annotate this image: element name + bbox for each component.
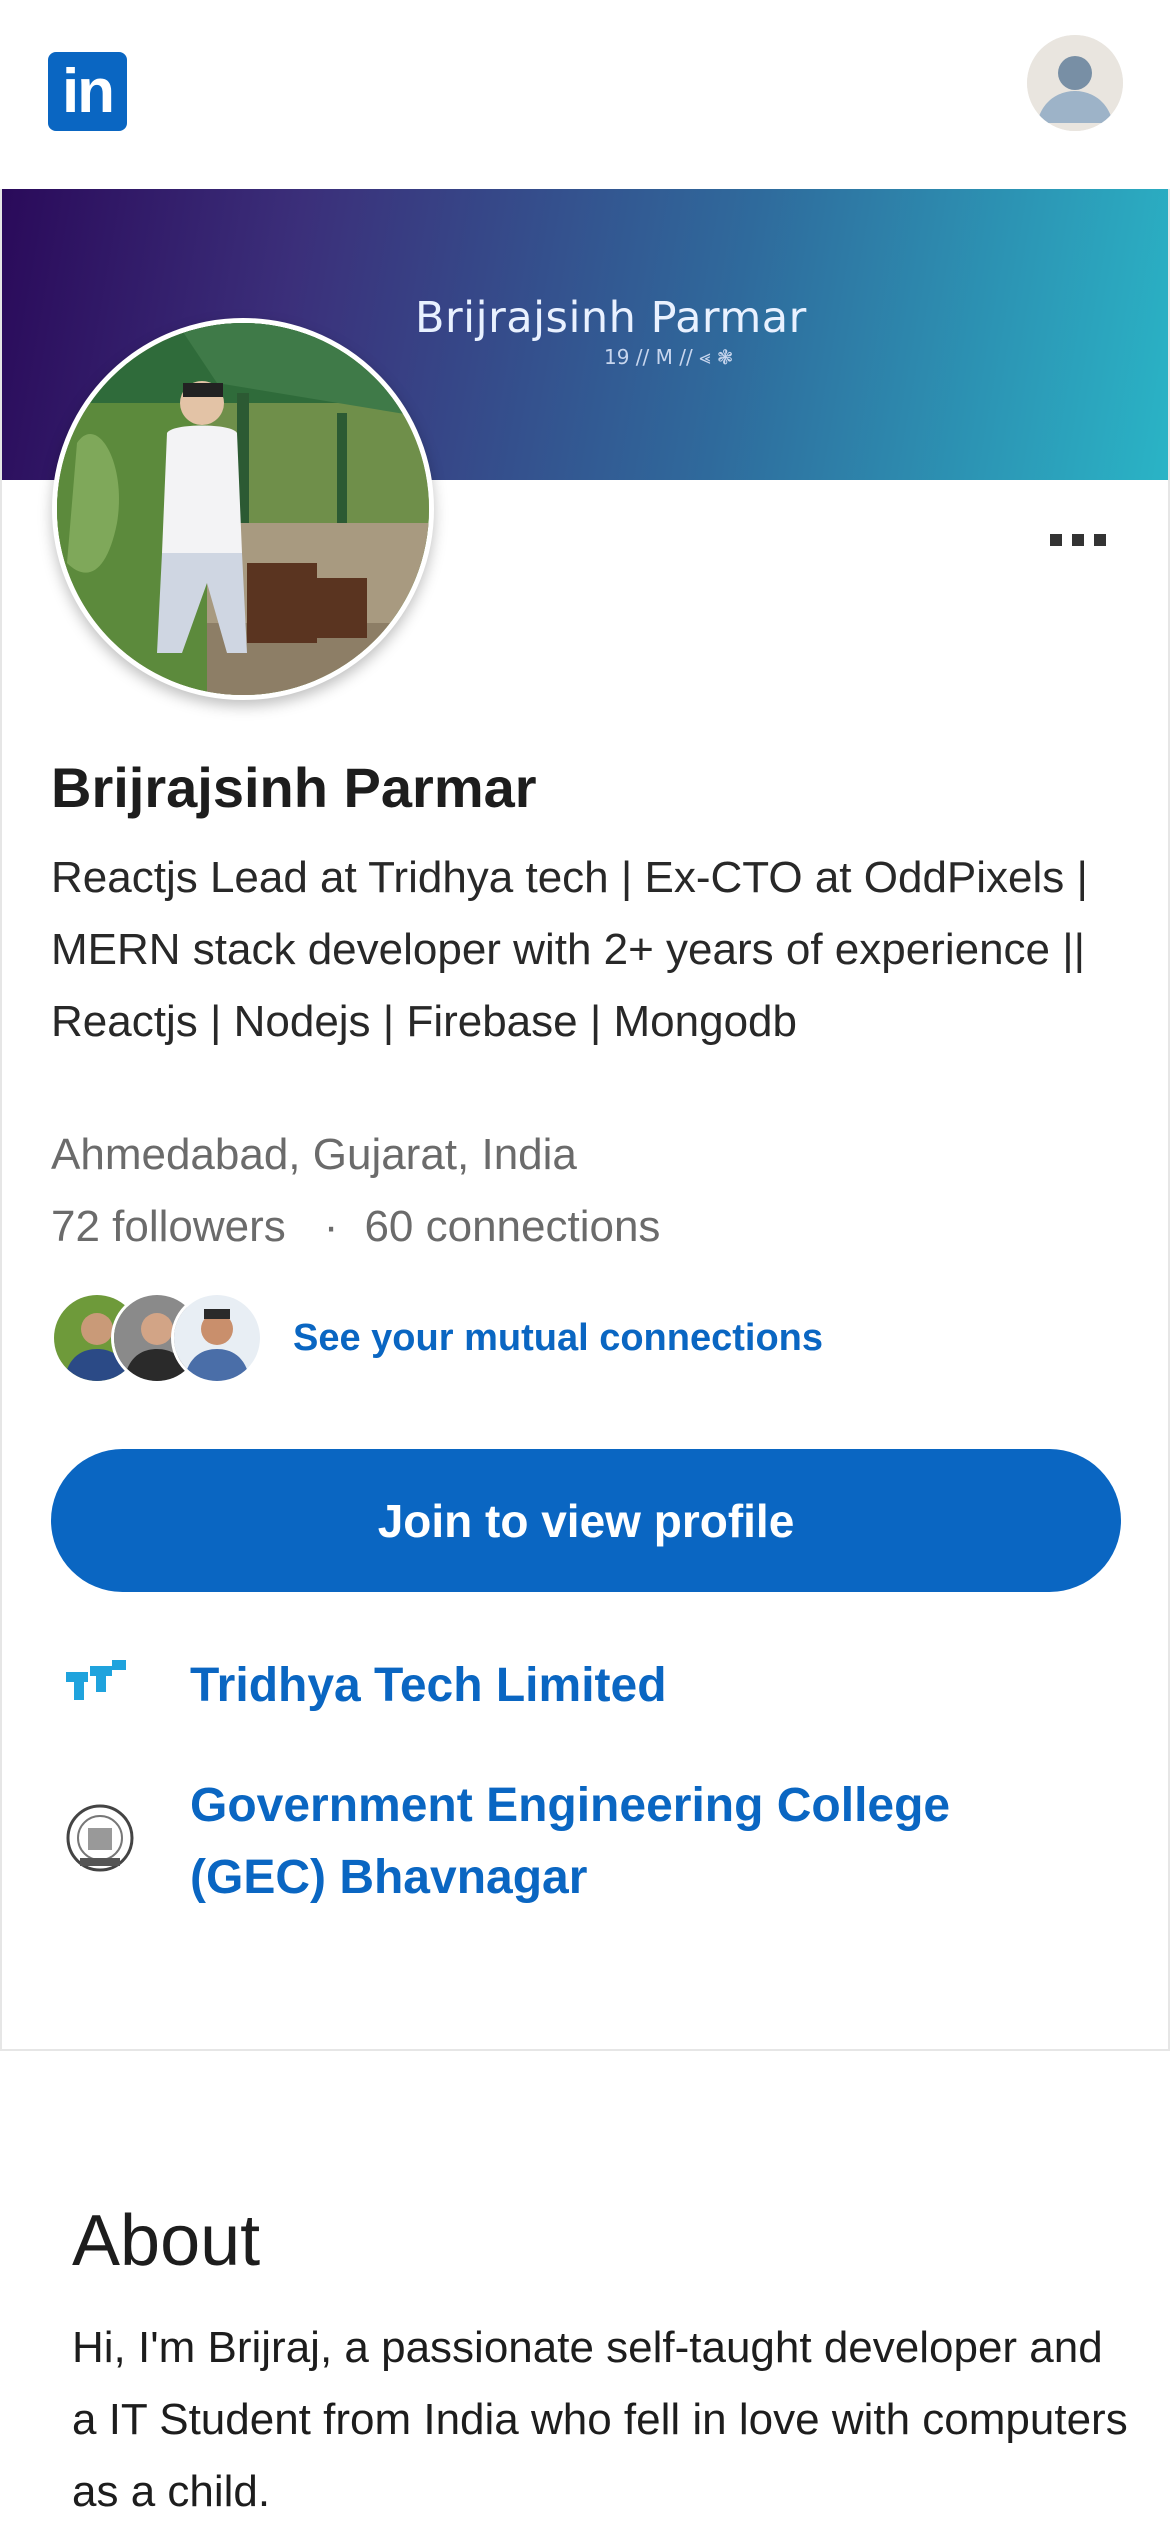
account-avatar-icon[interactable] bbox=[1027, 35, 1123, 131]
experience-label[interactable]: Tridhya Tech Limited bbox=[190, 1650, 667, 1722]
banner-subtitle: 19 // M // ⪡ ❃ bbox=[604, 345, 734, 369]
profile-location: Ahmedabad, Gujarat, India bbox=[51, 1130, 577, 1179]
profile-headline: Reactjs Lead at Tridhya tech | Ex-CTO at… bbox=[51, 853, 1088, 1046]
profile-photo-image bbox=[57, 323, 429, 695]
education-label[interactable]: Government Engineering College (GEC) Bha… bbox=[190, 1770, 1010, 1914]
about-text: Hi, I'm Brijraj, a passionate self-taugh… bbox=[72, 2323, 1128, 2516]
more-dot-icon bbox=[1094, 534, 1106, 546]
tridhya-logo-icon bbox=[60, 1650, 140, 1730]
mutual-avatars bbox=[51, 1290, 265, 1386]
connections-count: 60 connections bbox=[364, 1202, 661, 1251]
education-item[interactable]: Government Engineering College (GEC) Bha… bbox=[60, 1770, 1010, 1914]
gec-seal-icon bbox=[60, 1798, 140, 1878]
mutual-connections[interactable]: See your mutual connections bbox=[51, 1290, 823, 1386]
banner-title: Brijrajsinh Parmar bbox=[415, 293, 807, 343]
about-heading: About bbox=[72, 2201, 261, 2281]
linkedin-logo[interactable]: in bbox=[48, 52, 127, 131]
followers-count: 72 followers bbox=[51, 1202, 286, 1251]
person-icon bbox=[1027, 35, 1123, 131]
more-options-button[interactable] bbox=[1040, 520, 1116, 560]
experience-item[interactable]: Tridhya Tech Limited bbox=[60, 1650, 667, 1730]
more-dot-icon bbox=[1050, 534, 1062, 546]
join-to-view-profile-button[interactable]: Join to view profile bbox=[51, 1449, 1121, 1592]
more-dot-icon bbox=[1072, 534, 1084, 546]
separator-dot: · bbox=[323, 1202, 339, 1251]
profile-photo bbox=[52, 318, 434, 700]
mutual-connections-link[interactable]: See your mutual connections bbox=[293, 1317, 823, 1360]
profile-counts: 72 followers · 60 connections bbox=[51, 1202, 660, 1252]
avatar bbox=[171, 1292, 263, 1384]
profile-name: Brijrajsinh Parmar bbox=[51, 756, 537, 819]
top-bar: in bbox=[0, 0, 1170, 189]
